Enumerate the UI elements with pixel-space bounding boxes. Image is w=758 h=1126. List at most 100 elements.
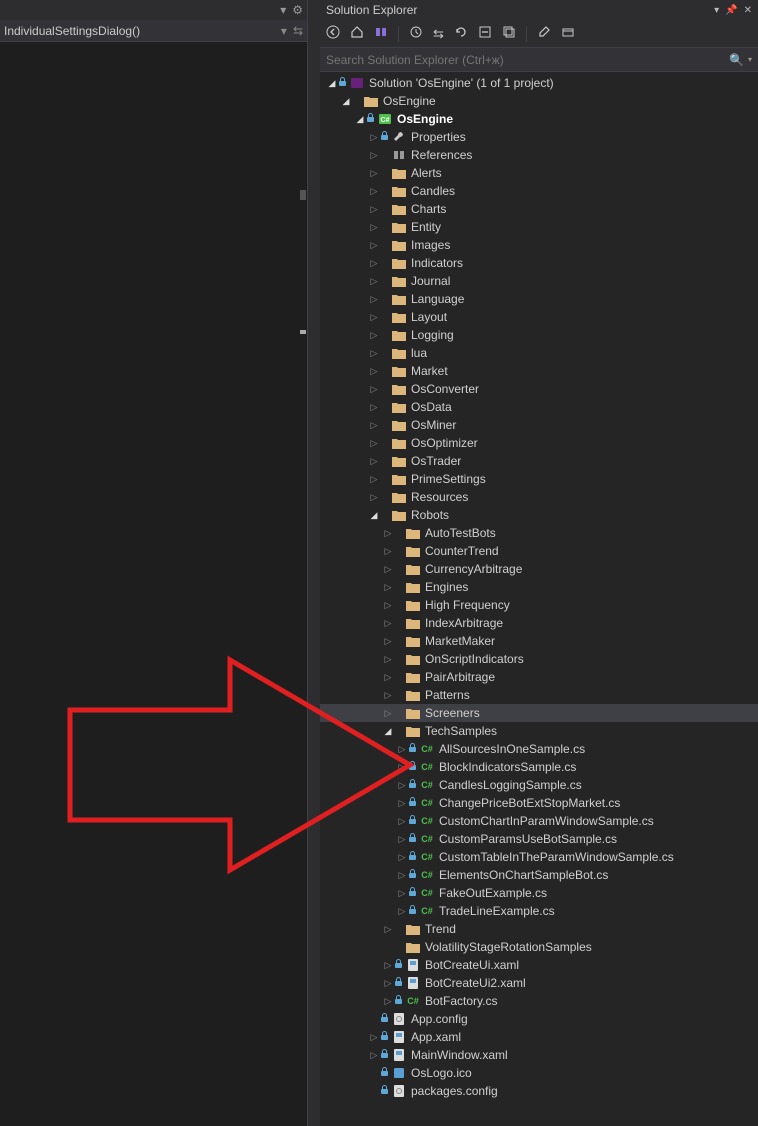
tree-item[interactable]: ▷C#ChangePriceBotExtStopMarket.cs xyxy=(320,794,758,812)
tree-item[interactable]: ▷C#CandlesLoggingSample.cs xyxy=(320,776,758,794)
tree-item[interactable]: ▷Language xyxy=(320,290,758,308)
dropdown-icon[interactable]: ▾ xyxy=(281,24,287,38)
expand-icon[interactable]: ▷ xyxy=(396,780,408,791)
tree-item[interactable]: ▷CounterTrend xyxy=(320,542,758,560)
preview-icon[interactable] xyxy=(561,25,575,42)
collapse-icon[interactable]: ◢ xyxy=(368,510,380,521)
tree-item[interactable]: ▷OsTrader xyxy=(320,452,758,470)
tree-item[interactable]: ◢OsEngine xyxy=(320,92,758,110)
expand-icon[interactable]: ▷ xyxy=(368,348,380,359)
sync-icon[interactable]: ⇆ xyxy=(433,26,444,42)
expand-icon[interactable]: ▷ xyxy=(368,330,380,341)
expand-icon[interactable]: ▷ xyxy=(368,294,380,305)
home-icon[interactable] xyxy=(350,25,364,42)
tree-item[interactable]: ▷Entity xyxy=(320,218,758,236)
expand-icon[interactable]: ▷ xyxy=(368,1032,380,1043)
tree-item[interactable]: ▷High Frequency xyxy=(320,596,758,614)
tree-item[interactable]: VolatilityStageRotationSamples xyxy=(320,938,758,956)
tree-item[interactable]: ▷Properties xyxy=(320,128,758,146)
tree-item[interactable]: ▷lua xyxy=(320,344,758,362)
tree-item[interactable]: ▷C#CustomTableInTheParamWindowSample.cs xyxy=(320,848,758,866)
expand-icon[interactable]: ▷ xyxy=(368,384,380,395)
expand-icon[interactable]: ▷ xyxy=(368,402,380,413)
expand-icon[interactable]: ▷ xyxy=(368,474,380,485)
tree-item[interactable]: ▷OsMiner xyxy=(320,416,758,434)
dropdown-icon[interactable]: ▾ xyxy=(714,5,719,16)
expand-icon[interactable]: ▷ xyxy=(368,258,380,269)
collapse-all-icon[interactable] xyxy=(478,25,492,42)
tree-item[interactable]: ▷C#FakeOutExample.cs xyxy=(320,884,758,902)
properties-icon[interactable] xyxy=(537,25,551,42)
collapse-icon[interactable]: ◢ xyxy=(326,78,338,89)
search-input[interactable] xyxy=(326,53,729,67)
tree-item[interactable]: ▷PrimeSettings xyxy=(320,470,758,488)
pending-changes-icon[interactable] xyxy=(409,25,423,42)
show-all-files-icon[interactable] xyxy=(502,25,516,42)
tree-item[interactable]: ▷Trend xyxy=(320,920,758,938)
close-icon[interactable]: ✕ xyxy=(744,5,752,16)
solution-tree[interactable]: ◢Solution 'OsEngine' (1 of 1 project)◢Os… xyxy=(320,72,758,1126)
expand-icon[interactable]: ▷ xyxy=(382,708,394,719)
tree-item[interactable]: ▷IndexArbitrage xyxy=(320,614,758,632)
expand-icon[interactable]: ▷ xyxy=(396,906,408,917)
pin-icon[interactable]: 📌 xyxy=(725,5,737,16)
expand-icon[interactable]: ▷ xyxy=(396,816,408,827)
dropdown-icon[interactable]: ▾ xyxy=(748,55,752,64)
expand-icon[interactable]: ▷ xyxy=(382,672,394,683)
tree-item[interactable]: ▷BotCreateUi2.xaml xyxy=(320,974,758,992)
expand-icon[interactable]: ▷ xyxy=(382,960,394,971)
expand-icon[interactable]: ▷ xyxy=(396,762,408,773)
tree-item[interactable]: ▷Images xyxy=(320,236,758,254)
expand-icon[interactable]: ▷ xyxy=(396,888,408,899)
expand-icon[interactable]: ▷ xyxy=(368,132,380,143)
tree-item[interactable]: ▷PairArbitrage xyxy=(320,668,758,686)
expand-icon[interactable]: ▷ xyxy=(368,204,380,215)
tree-item[interactable]: ▷MainWindow.xaml xyxy=(320,1046,758,1064)
tree-item[interactable]: ◢C#OsEngine xyxy=(320,110,758,128)
tree-item[interactable]: ▷AutoTestBots xyxy=(320,524,758,542)
tree-item[interactable]: ▷C#TradeLineExample.cs xyxy=(320,902,758,920)
tree-item[interactable]: ▷Market xyxy=(320,362,758,380)
expand-icon[interactable]: ▷ xyxy=(396,744,408,755)
expand-icon[interactable]: ▷ xyxy=(368,240,380,251)
search-icon[interactable]: 🔍 xyxy=(729,53,744,67)
expand-icon[interactable]: ▷ xyxy=(382,618,394,629)
expand-icon[interactable]: ▷ xyxy=(368,168,380,179)
tree-item[interactable]: ▷C#ElementsOnChartSampleBot.cs xyxy=(320,866,758,884)
expand-icon[interactable]: ▷ xyxy=(396,870,408,881)
expand-icon[interactable]: ▷ xyxy=(368,366,380,377)
expand-icon[interactable]: ▷ xyxy=(368,150,380,161)
tree-item[interactable]: ▷Logging xyxy=(320,326,758,344)
collapse-icon[interactable]: ◢ xyxy=(340,96,352,107)
tree-item[interactable]: ▷Charts xyxy=(320,200,758,218)
tree-item[interactable]: ▷Layout xyxy=(320,308,758,326)
expand-icon[interactable]: ▷ xyxy=(382,582,394,593)
tree-item[interactable]: ▷Journal xyxy=(320,272,758,290)
navigation-bar[interactable]: IndividualSettingsDialog() ▾ ⇆ xyxy=(0,20,307,42)
sync-icon[interactable]: ⇆ xyxy=(293,24,303,38)
expand-icon[interactable]: ▷ xyxy=(396,834,408,845)
tree-item[interactable]: ◢Solution 'OsEngine' (1 of 1 project) xyxy=(320,74,758,92)
expand-icon[interactable]: ▷ xyxy=(368,438,380,449)
split-handle[interactable] xyxy=(300,190,306,200)
tree-item[interactable]: ▷Patterns xyxy=(320,686,758,704)
expand-icon[interactable]: ▷ xyxy=(368,456,380,467)
expand-icon[interactable]: ▷ xyxy=(382,690,394,701)
expand-icon[interactable]: ▷ xyxy=(368,186,380,197)
switch-views-icon[interactable] xyxy=(374,25,388,42)
tree-item[interactable]: ◢TechSamples xyxy=(320,722,758,740)
collapse-icon[interactable]: ◢ xyxy=(382,726,394,737)
tree-item[interactable]: App.config xyxy=(320,1010,758,1028)
tree-item[interactable]: ▷C#BlockIndicatorsSample.cs xyxy=(320,758,758,776)
expand-icon[interactable]: ▷ xyxy=(382,636,394,647)
expand-icon[interactable]: ▷ xyxy=(368,312,380,323)
dropdown-icon[interactable]: ▾ xyxy=(280,3,286,17)
expand-icon[interactable]: ▷ xyxy=(382,564,394,575)
split-handle[interactable] xyxy=(300,330,306,334)
tree-item[interactable]: ▷Indicators xyxy=(320,254,758,272)
tree-item[interactable]: ▷References xyxy=(320,146,758,164)
pane-separator[interactable] xyxy=(308,0,320,1126)
expand-icon[interactable]: ▷ xyxy=(382,978,394,989)
tree-item[interactable]: ▷BotCreateUi.xaml xyxy=(320,956,758,974)
tree-item[interactable]: ▷App.xaml xyxy=(320,1028,758,1046)
